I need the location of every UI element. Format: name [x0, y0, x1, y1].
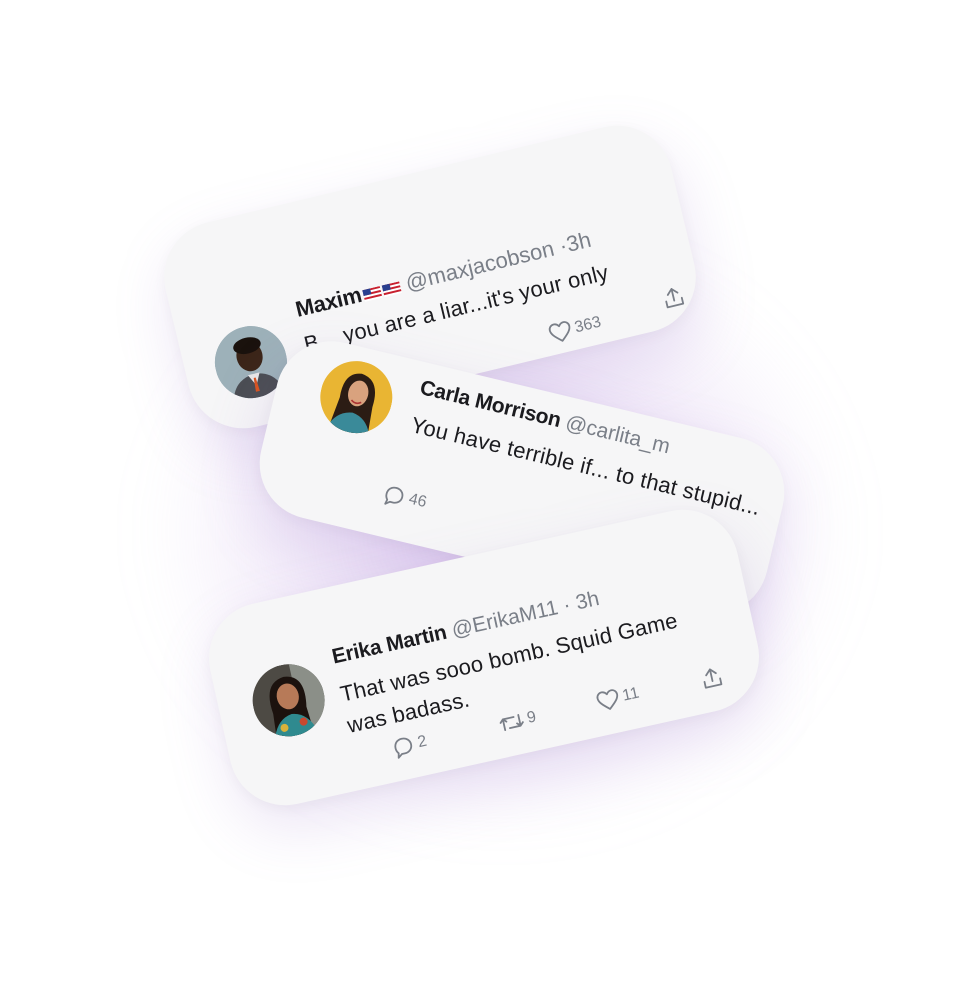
tweet-time: 3h: [563, 226, 594, 257]
reply-icon: [389, 732, 418, 761]
like-count: 363: [572, 313, 603, 337]
avatar-carla[interactable]: [312, 353, 400, 441]
reply-count: 46: [407, 490, 429, 512]
retweet-icon: [496, 708, 527, 737]
share-icon: [659, 283, 688, 312]
like-button[interactable]: 11: [594, 683, 641, 714]
share-icon: [698, 664, 727, 693]
reply-button[interactable]: 46: [380, 481, 429, 515]
share-button[interactable]: [659, 283, 688, 312]
avatar-erika[interactable]: [245, 657, 332, 744]
share-button[interactable]: [698, 664, 727, 693]
retweet-count: 9: [525, 708, 538, 727]
us-flag-icon: [358, 273, 403, 307]
reply-count: 2: [416, 732, 429, 752]
reply-icon: [380, 481, 409, 510]
tweet-time: 3h: [573, 587, 602, 615]
like-count: 11: [620, 684, 641, 705]
retweet-button[interactable]: 9: [496, 705, 538, 737]
reply-button[interactable]: 2: [389, 730, 429, 761]
like-icon: [546, 319, 574, 346]
like-icon: [594, 687, 622, 714]
